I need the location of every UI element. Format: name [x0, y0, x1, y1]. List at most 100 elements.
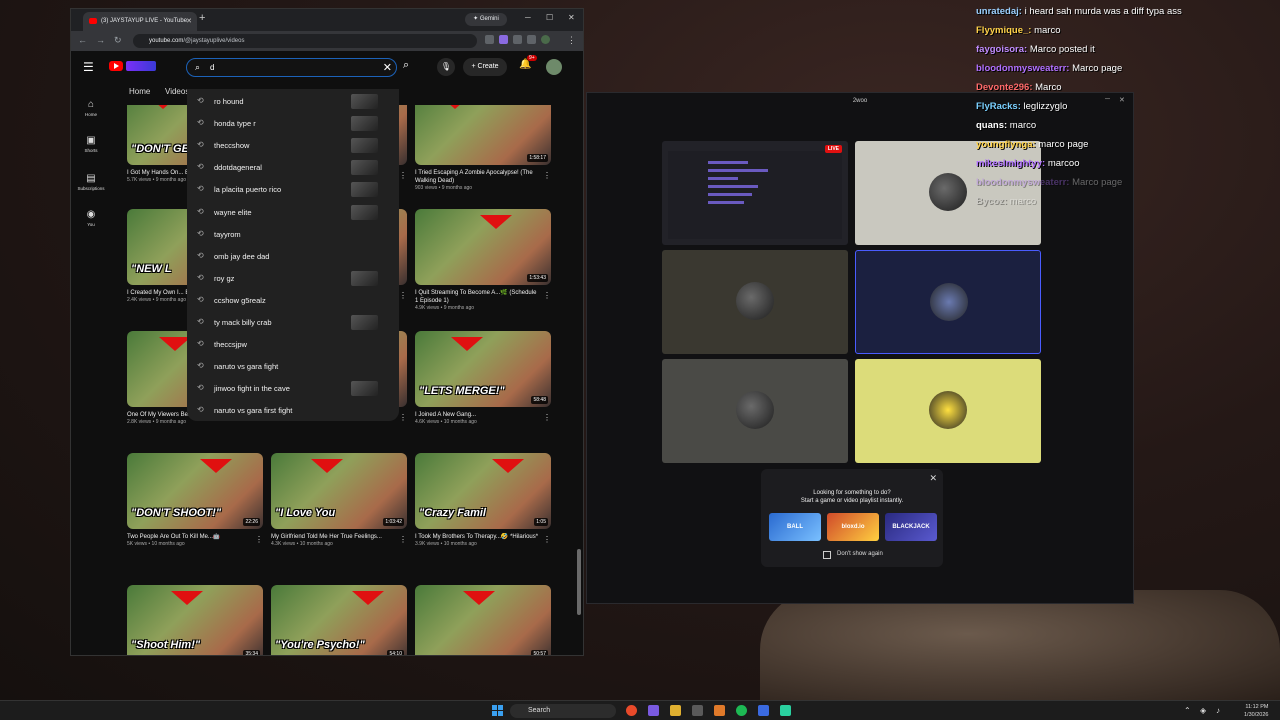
rail-item-you[interactable]: ◉ You: [71, 209, 111, 227]
tab-home[interactable]: Home: [129, 87, 150, 96]
app-icon[interactable]: [648, 705, 659, 716]
video-thumbnail[interactable]: "I Love You 1:03:42: [271, 453, 407, 529]
video-card[interactable]: "Crazy Famil 1:05 I Took My Brothers To Th…: [415, 453, 551, 548]
tray-chevron-icon[interactable]: ⌃: [1184, 706, 1191, 715]
video-thumbnail[interactable]: "Crazy Famil 1:05: [415, 453, 551, 529]
app-icon[interactable]: [780, 705, 791, 716]
video-thumbnail[interactable]: "LETS MERGE!" 58:48: [415, 331, 551, 407]
clear-search-icon[interactable]: ✕: [383, 61, 392, 74]
minimize-icon[interactable]: ─: [525, 13, 531, 22]
windows-start-icon[interactable]: [492, 705, 503, 716]
suggestion-item[interactable]: ⟲ omb jay dee dad: [187, 245, 399, 267]
more-options-icon[interactable]: ⋮: [399, 413, 407, 422]
reload-icon[interactable]: ↻: [114, 35, 122, 46]
suggestion-item[interactable]: ⟲ roy gz: [187, 267, 399, 289]
suggestion-item[interactable]: ⟲ la placita puerto rico: [187, 178, 399, 200]
extension-icon[interactable]: [499, 35, 508, 44]
participant-tile[interactable]: [855, 141, 1041, 245]
participant-tile[interactable]: [662, 359, 848, 463]
hamburger-menu-icon[interactable]: ☰: [83, 60, 94, 74]
create-button[interactable]: + Create: [463, 58, 507, 76]
video-card[interactable]: 1:53:43 I Quit Streaming To Become A...🌿 …: [415, 209, 551, 312]
video-title[interactable]: I Quit Streaming To Become A...🌿 (Schedu…: [415, 289, 551, 305]
rail-item-shorts[interactable]: ▣ Shorts: [71, 135, 111, 153]
suggestion-item[interactable]: ⟲ jinwoo fight in the cave: [187, 377, 399, 399]
suggestion-item[interactable]: ⟲ honda type r: [187, 112, 399, 134]
network-icon[interactable]: ◈: [1200, 706, 1206, 715]
file-explorer-icon[interactable]: [670, 705, 681, 716]
forward-icon[interactable]: →: [96, 35, 105, 45]
avatar[interactable]: [546, 59, 562, 75]
extension-icon[interactable]: [485, 35, 494, 44]
suggestion-item[interactable]: ⟲ ty mack billy crab: [187, 311, 399, 333]
suggestion-item[interactable]: ⟲ theccsjpw: [187, 333, 399, 355]
video-title[interactable]: My Girlfriend Told Me Her True Feelings.…: [271, 533, 407, 541]
page-scrollbar[interactable]: [577, 549, 581, 615]
volume-icon[interactable]: ♪: [1216, 706, 1220, 715]
screen-share-tile[interactable]: LIVE: [662, 141, 848, 245]
video-thumbnail[interactable]: 1:53:43: [415, 209, 551, 285]
video-card[interactable]: "DON'T SHOOT!" 22:26 Two People Are Out To…: [127, 453, 263, 548]
video-card[interactable]: 50:57⋮: [415, 585, 551, 655]
more-options-icon[interactable]: ⋮: [543, 171, 551, 180]
game-blackjack[interactable]: BLACKJACK: [885, 513, 937, 541]
tab-videos[interactable]: Videos: [165, 87, 189, 96]
close-window-icon[interactable]: ✕: [568, 13, 575, 22]
video-card[interactable]: "You're Psycho!"54:10⋮: [271, 585, 407, 655]
suggestion-item[interactable]: ⟲ ccshow g5realz: [187, 289, 399, 311]
video-title[interactable]: I Tried Escaping A Zombie Apocalypse! (T…: [415, 169, 551, 185]
search-button[interactable]: ⌕: [403, 59, 409, 72]
spotify-icon[interactable]: [736, 705, 747, 716]
suggestion-item[interactable]: ⟲ ro hound: [187, 90, 399, 112]
video-thumbnail[interactable]: 50:57: [415, 585, 551, 655]
suggestion-item[interactable]: ⟲ theccshow: [187, 134, 399, 156]
video-card[interactable]: "Shoot Him!"35:34⋮: [127, 585, 263, 655]
rail-item-home[interactable]: ⌂ Home: [71, 99, 111, 117]
menu-dots-icon[interactable]: ⋮: [567, 35, 576, 46]
more-options-icon[interactable]: ⋮: [399, 535, 407, 544]
close-icon[interactable]: ✕: [929, 473, 937, 484]
close-window-icon[interactable]: ✕: [1119, 96, 1125, 104]
taskbar-search[interactable]: Search: [510, 704, 616, 718]
profile-icon[interactable]: [541, 35, 550, 44]
new-tab-icon[interactable]: +: [199, 12, 205, 24]
suggestion-item[interactable]: ⟲ tayyrom: [187, 223, 399, 245]
rail-item-subscriptions[interactable]: ▤ Subscriptions: [71, 173, 111, 191]
more-options-icon[interactable]: ⋮: [255, 535, 263, 544]
extension-icon[interactable]: [513, 35, 522, 44]
gemini-button[interactable]: ✦ Gemini: [465, 13, 507, 26]
participant-tile[interactable]: [662, 250, 848, 354]
more-options-icon[interactable]: ⋮: [399, 171, 407, 180]
video-thumbnail[interactable]: "DON'T SHOOT!" 22:26: [127, 453, 263, 529]
participant-tile[interactable]: [855, 359, 1041, 463]
video-title[interactable]: I Took My Brothers To Therapy...🤣 *Hilar…: [415, 533, 551, 541]
suggestion-item[interactable]: ⟲ wayne elite: [187, 201, 399, 223]
app-icon[interactable]: [758, 705, 769, 716]
video-card[interactable]: "LETS MERGE!" 58:48 I Joined A New Gang...…: [415, 331, 551, 426]
back-icon[interactable]: ←: [78, 35, 87, 45]
clock[interactable]: 11:12 PM 1/30/2026: [1244, 703, 1268, 719]
app-icon[interactable]: [714, 705, 725, 716]
more-options-icon[interactable]: ⋮: [543, 413, 551, 422]
game-bloxd[interactable]: bloxd.io: [827, 513, 879, 541]
suggestion-item[interactable]: ⟲ ddotdageneral: [187, 156, 399, 178]
more-options-icon[interactable]: ⋮: [543, 291, 551, 300]
more-options-icon[interactable]: ⋮: [399, 291, 407, 300]
video-thumbnail[interactable]: 1:58:17: [415, 105, 551, 165]
video-thumbnail[interactable]: "Shoot Him!" 35:34: [127, 585, 263, 655]
dont-show-checkbox[interactable]: [823, 551, 831, 559]
youtube-logo-icon[interactable]: [109, 61, 123, 71]
tab-close-icon[interactable]: ✕: [186, 12, 192, 31]
game-ball[interactable]: BALL: [769, 513, 821, 541]
extension-icon[interactable]: [527, 35, 536, 44]
video-thumbnail[interactable]: "You're Psycho!" 54:10: [271, 585, 407, 655]
app-icon[interactable]: [692, 705, 703, 716]
video-card[interactable]: 1:58:17 I Tried Escaping A Zombie Apocaly…: [415, 105, 551, 192]
more-options-icon[interactable]: ⋮: [543, 535, 551, 544]
suggestion-item[interactable]: ⟲ naruto vs gara first fight: [187, 399, 399, 421]
suggestion-item[interactable]: ⟲ naruto vs gara fight: [187, 355, 399, 377]
address-bar[interactable]: youtube.com/@jaystayuplive/videos: [133, 34, 477, 48]
video-title[interactable]: I Joined A New Gang...: [415, 411, 551, 419]
minimize-icon[interactable]: ─: [1105, 96, 1110, 103]
participant-tile-active[interactable]: [855, 250, 1041, 354]
